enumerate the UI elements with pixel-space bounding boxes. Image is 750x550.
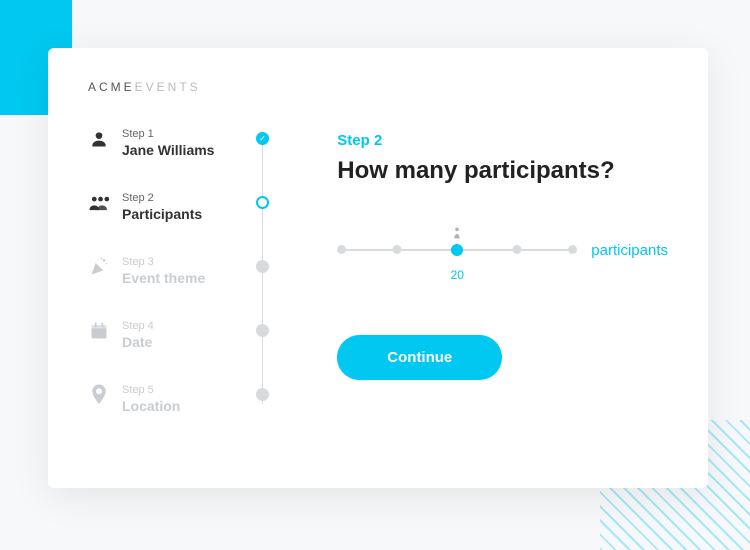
slider-value-label: 20 <box>451 268 464 282</box>
step-node-done: ✓ <box>256 132 269 145</box>
slider-unit-label: participants <box>591 242 668 259</box>
step-item-1[interactable]: Step 1 Jane Williams ✓ <box>88 128 287 158</box>
brand-part1: ACME <box>88 80 135 94</box>
slider-tick <box>568 245 577 254</box>
continue-button[interactable]: Continue <box>337 335 502 380</box>
slider-tick <box>337 245 346 254</box>
wizard-content: Step 2 How many participants? 20 <box>317 128 668 414</box>
person-icon <box>88 128 110 150</box>
party-icon <box>88 256 110 278</box>
step-item-4[interactable]: Step 4 Date <box>88 320 287 350</box>
step-item-3[interactable]: Step 3 Event theme <box>88 256 287 286</box>
wizard-sidebar: Step 1 Jane Williams ✓ Step 2 Participan… <box>88 128 287 414</box>
content-heading: How many participants? <box>337 157 668 185</box>
brand-part2: EVENTS <box>135 80 201 94</box>
step-node-future <box>256 324 269 337</box>
slider-tick <box>513 245 522 254</box>
person-icon <box>452 226 463 245</box>
content-step-label: Step 2 <box>337 132 668 149</box>
participants-slider[interactable]: 20 <box>337 235 577 265</box>
step-item-5[interactable]: Step 5 Location <box>88 384 287 414</box>
step-node-future <box>256 260 269 273</box>
calendar-icon <box>88 320 110 342</box>
wizard-card: ACMEEVENTS Step 1 Jane Williams ✓ S <box>48 48 708 488</box>
pin-icon <box>88 384 110 406</box>
people-icon <box>88 192 110 214</box>
step-node-current <box>256 196 269 209</box>
brand-logo: ACMEEVENTS <box>88 80 668 94</box>
slider-tick <box>393 245 402 254</box>
slider-handle[interactable]: 20 <box>451 244 463 256</box>
check-icon: ✓ <box>256 132 269 145</box>
step-node-future <box>256 388 269 401</box>
step-item-2[interactable]: Step 2 Participants <box>88 192 287 222</box>
